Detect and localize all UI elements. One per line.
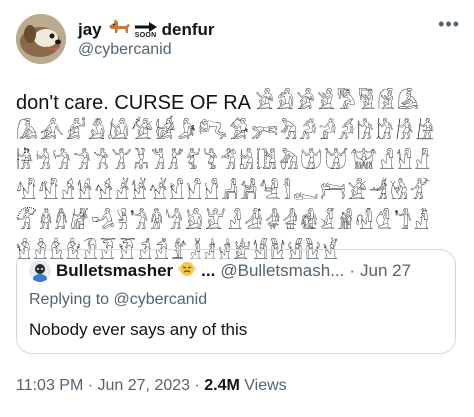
replying-to-line: Replying to @cybercanid: [29, 291, 207, 309]
author-name-row[interactable]: jay SOON denfur: [78, 17, 215, 42]
more-options-icon[interactable]: •••: [438, 14, 460, 35]
quoted-author-name[interactable]: Bulletsmasher: [56, 261, 173, 281]
quoted-separator: ·: [349, 260, 356, 280]
quoted-name-ellipsis: ...: [201, 260, 216, 280]
quoted-tweet-header: Bulletsmasher ... @Bulletsmash... · Jun …: [29, 259, 411, 282]
author-name[interactable]: jay: [78, 20, 102, 40]
quoted-date[interactable]: Jun 27: [360, 261, 411, 281]
cartoon-avatar: [29, 259, 51, 282]
views-label: Views: [239, 377, 287, 394]
author-handle[interactable]: @cybercanid: [78, 41, 172, 59]
tweet-body: don't care. CURSE OF RA 𓀀𓀁𓀂𓀃𓀄𓀅𓀆𓀇𓀈𓀉𓀊𓀋𓀌𓀍𓀎𓀏…: [16, 88, 460, 268]
dog-emoji-icon: [106, 17, 132, 42]
author-avatar[interactable]: [16, 14, 66, 64]
meta-separator: ·: [190, 377, 205, 394]
quoted-author-handle[interactable]: @Bulletsmash...: [220, 261, 344, 281]
quoted-tweet-body: Nobody ever says any of this: [29, 320, 248, 339]
replying-to-prefix: Replying to: [29, 291, 114, 308]
soon-arrow-icon: SOON: [134, 21, 158, 39]
dog-photo-avatar: [16, 14, 66, 64]
quoted-author-avatar[interactable]: [29, 259, 51, 282]
tweet-hieroglyphs: 𓀀𓀁𓀂𓀃𓀄𓀅𓀆𓀇𓀈𓀉𓀊𓀋𓀌𓀍𓀎𓀏𓀐𓀑𓀒𓀓𓀔𓀕𓀖𓀗𓀘𓀙𓀚𓀛𓀜𓀝𓀞𓀟𓀠𓀡𓀢𓀣𓀤𓀥𓀦𓀧…: [16, 90, 437, 264]
tweet-date[interactable]: Jun 27, 2023: [98, 377, 191, 394]
author-name-suffix[interactable]: denfur: [162, 20, 215, 40]
soon-label: SOON: [134, 31, 157, 39]
tweet-time[interactable]: 11:03 PM: [16, 377, 83, 394]
tweet-lead-text: don't care. CURSE OF RA: [16, 92, 256, 114]
tweet-meta: 11:03 PM · Jun 27, 2023 · 2.4M Views: [16, 377, 287, 395]
views-count: 2.4M: [204, 377, 240, 394]
meta-separator: ·: [83, 377, 98, 394]
steaming-face-emoji-icon: [178, 259, 197, 282]
replying-to-mention[interactable]: @cybercanid: [114, 291, 208, 308]
quoted-tweet[interactable]: Bulletsmasher ... @Bulletsmash... · Jun …: [16, 249, 456, 354]
